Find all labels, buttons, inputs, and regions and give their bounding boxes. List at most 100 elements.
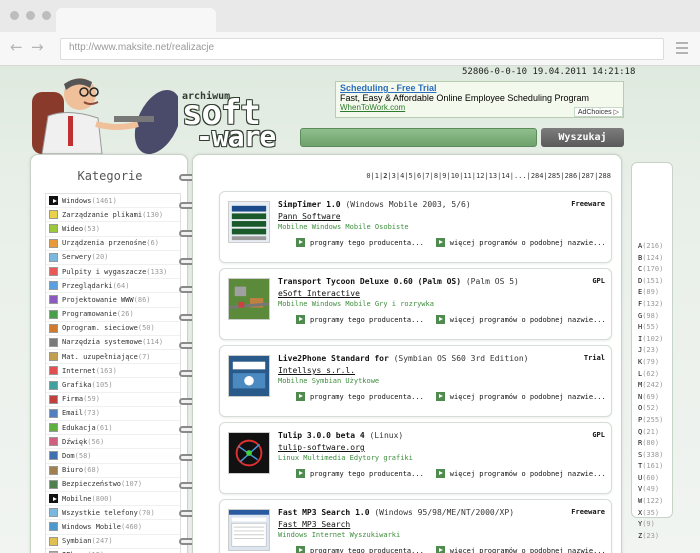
- program-title[interactable]: Live2Phone Standard for (Symbian OS S60 …: [278, 354, 528, 363]
- program-category[interactable]: Windows Internet Wyszukiwarki: [278, 531, 400, 539]
- company-link[interactable]: Fast MP3 Search: [278, 520, 350, 529]
- alphabet-item[interactable]: A(216): [632, 241, 663, 253]
- program-thumbnail[interactable]: [228, 278, 270, 320]
- page-link[interactable]: 14: [501, 172, 509, 180]
- category-item[interactable]: Mat. uzupełniające (7): [46, 350, 180, 365]
- category-item[interactable]: Mobilne (800): [46, 492, 180, 507]
- category-item[interactable]: Przeglądarki (64): [46, 279, 180, 294]
- program-category[interactable]: Mobilne Windows Mobile Gry i rozrywka: [278, 300, 434, 308]
- category-item[interactable]: Wszystkie telefony (70): [46, 506, 180, 521]
- program-category[interactable]: Mobilne Windows Mobile Osobiste: [278, 223, 409, 231]
- logo-ware[interactable]: -ware: [196, 120, 276, 153]
- category-item[interactable]: Bezpieczeństwo (107): [46, 478, 180, 492]
- program-thumbnail[interactable]: [228, 509, 270, 551]
- category-item[interactable]: Edukacja (61): [46, 421, 180, 436]
- search-input[interactable]: [300, 128, 537, 147]
- alphabet-item[interactable]: Q(21): [632, 427, 663, 439]
- producer-programs-link[interactable]: programy tego producenta...: [296, 546, 424, 553]
- program-thumbnail[interactable]: [228, 201, 270, 243]
- forward-arrow-icon[interactable]: →: [31, 38, 44, 56]
- alphabet-item[interactable]: K(79): [632, 357, 663, 369]
- ad-banner[interactable]: Scheduling - Free Trial Fast, Easy & Aff…: [335, 81, 624, 118]
- page-link[interactable]: 287: [581, 172, 594, 180]
- alphabet-item[interactable]: P(255): [632, 415, 663, 427]
- category-item[interactable]: Email (73): [46, 407, 180, 421]
- alphabet-item[interactable]: W(122): [632, 496, 663, 508]
- alphabet-item[interactable]: X(35): [632, 508, 663, 520]
- page-link[interactable]: 286: [565, 172, 578, 180]
- back-arrow-icon[interactable]: ←: [10, 38, 23, 56]
- alphabet-item[interactable]: C(170): [632, 264, 663, 276]
- program-name[interactable]: Live2Phone Standard for: [278, 354, 389, 363]
- company-link[interactable]: eSoft Interactive: [278, 289, 360, 298]
- program-title[interactable]: Tulip 3.0.0 beta 4 (Linux): [278, 431, 403, 440]
- maximize-window-dot[interactable]: [42, 11, 51, 20]
- category-item[interactable]: Zarządzanie plikami (130): [46, 208, 180, 223]
- producer-programs-link[interactable]: programy tego producenta...: [296, 392, 424, 401]
- page-link[interactable]: 284: [531, 172, 544, 180]
- category-item[interactable]: Serwery (20): [46, 251, 180, 265]
- page-link[interactable]: 11: [463, 172, 471, 180]
- alphabet-item[interactable]: T(161): [632, 461, 663, 473]
- alphabet-item[interactable]: R(80): [632, 438, 663, 450]
- address-bar[interactable]: http://www.maksite.net/realizacje: [60, 38, 664, 60]
- category-item[interactable]: Windows Mobile (460): [46, 520, 180, 535]
- category-item[interactable]: Dom (58): [46, 449, 180, 464]
- program-title[interactable]: Fast MP3 Search 1.0 (Windows 95/98/ME/NT…: [278, 508, 514, 517]
- category-item[interactable]: Dźwięk (56): [46, 435, 180, 450]
- program-title[interactable]: SimpTimer 1.0 (Windows Mobile 2003, 5/6): [278, 200, 471, 209]
- search-button[interactable]: Wyszukaj: [541, 128, 624, 147]
- alphabet-item[interactable]: L(62): [632, 369, 663, 381]
- similar-programs-link[interactable]: więcej programów o podobnej nazwie...: [435, 238, 606, 247]
- alphabet-item[interactable]: Z(23): [632, 531, 663, 543]
- alphabet-item[interactable]: I(102): [632, 334, 663, 346]
- alphabet-item[interactable]: V(49): [632, 484, 663, 496]
- company-link[interactable]: Pann Software: [278, 212, 341, 221]
- browser-tab[interactable]: [56, 8, 216, 32]
- adchoices-badge[interactable]: AdChoices ▷: [573, 107, 623, 117]
- close-window-dot[interactable]: [10, 11, 19, 20]
- category-item[interactable]: Firma (59): [46, 393, 180, 407]
- category-item[interactable]: Urządzenia przenośne (6): [46, 237, 180, 251]
- similar-programs-link[interactable]: więcej programów o podobnej nazwie...: [435, 392, 606, 401]
- alphabet-item[interactable]: D(151): [632, 276, 663, 288]
- program-name[interactable]: Fast MP3 Search 1.0: [278, 508, 370, 517]
- category-item[interactable]: Oprogram. sieciowe (50): [46, 322, 180, 336]
- producer-programs-link[interactable]: programy tego producenta...: [296, 315, 424, 324]
- producer-programs-link[interactable]: programy tego producenta...: [296, 238, 424, 247]
- alphabet-item[interactable]: U(60): [632, 473, 663, 485]
- similar-programs-link[interactable]: więcej programów o podobnej nazwie...: [435, 315, 606, 324]
- alphabet-item[interactable]: M(242): [632, 380, 663, 392]
- program-category[interactable]: Linux Multimedia Edytory grafiki: [278, 454, 413, 462]
- page-link[interactable]: 10: [451, 172, 459, 180]
- alphabet-item[interactable]: O(52): [632, 403, 663, 415]
- program-category[interactable]: Mobilne Symbian Użytkowe: [278, 377, 379, 385]
- company-link[interactable]: Intellsys s.r.l.: [278, 366, 355, 375]
- minimize-window-dot[interactable]: [26, 11, 35, 20]
- alphabet-item[interactable]: B(124): [632, 253, 663, 265]
- alphabet-item[interactable]: Y(9): [632, 519, 663, 531]
- category-item[interactable]: Pulpity i wygaszacze (133): [46, 265, 180, 280]
- alphabet-item[interactable]: F(132): [632, 299, 663, 311]
- category-item[interactable]: Programowanie (26): [46, 308, 180, 322]
- page-link[interactable]: 288: [598, 172, 611, 180]
- program-name[interactable]: Transport Tycoon Deluxe 0.60 (Palm OS): [278, 277, 461, 286]
- category-item[interactable]: Projektowanie WWW (86): [46, 293, 180, 308]
- category-item[interactable]: Grafika (105): [46, 378, 180, 393]
- category-item[interactable]: Biuro (68): [46, 464, 180, 478]
- similar-programs-link[interactable]: więcej programów o podobnej nazwie...: [435, 546, 606, 553]
- category-item[interactable]: Narzędzia systemowe (114): [46, 336, 180, 351]
- category-item[interactable]: Symbian (247): [46, 535, 180, 549]
- alphabet-item[interactable]: N(69): [632, 392, 663, 404]
- category-item[interactable]: Windows (1461): [46, 194, 180, 209]
- ad-title[interactable]: Scheduling - Free Trial: [340, 83, 619, 93]
- category-item[interactable]: IPhone(12): [46, 549, 180, 553]
- alphabet-item[interactable]: J(23): [632, 345, 663, 357]
- producer-programs-link[interactable]: programy tego producenta...: [296, 469, 424, 478]
- alphabet-item[interactable]: H(55): [632, 322, 663, 334]
- alphabet-item[interactable]: S(338): [632, 450, 663, 462]
- program-name[interactable]: Tulip 3.0.0 beta 4: [278, 431, 365, 440]
- page-link[interactable]: 13: [489, 172, 497, 180]
- company-link[interactable]: tulip-software.org: [278, 443, 365, 452]
- program-title[interactable]: Transport Tycoon Deluxe 0.60 (Palm OS) (…: [278, 277, 519, 286]
